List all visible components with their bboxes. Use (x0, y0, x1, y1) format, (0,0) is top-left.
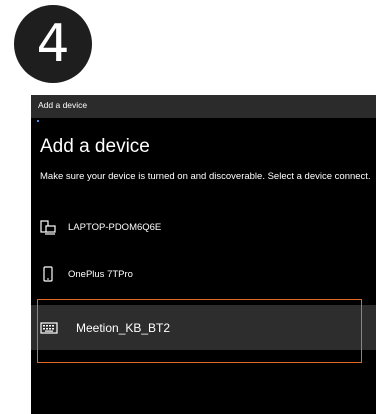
phone-icon (40, 266, 56, 282)
add-device-dialog: Add a device Add a device Make sure your… (31, 95, 376, 414)
dialog-heading: Add a device (40, 136, 150, 157)
device-name: OnePlus 7TPro (68, 268, 133, 280)
laptop-icon (40, 219, 56, 235)
window-titlebar: Add a device (31, 95, 376, 118)
keyboard-icon (40, 321, 58, 335)
device-item-keyboard[interactable]: Meetion_KB_BT2 (31, 305, 376, 350)
window-title: Add a device (38, 100, 88, 110)
device-item-laptop[interactable]: LAPTOP-PDOM6Q6E (31, 208, 376, 246)
dialog-instructions: Make sure your device is turned on and d… (40, 171, 371, 182)
device-name: LAPTOP-PDOM6Q6E (68, 221, 162, 233)
step-number: 4 (36, 14, 70, 74)
device-name: Meetion_KB_BT2 (76, 320, 171, 335)
device-item-phone[interactable]: OnePlus 7TPro (31, 255, 376, 293)
step-number-badge: 4 (14, 5, 92, 83)
progress-indicator (37, 120, 39, 122)
